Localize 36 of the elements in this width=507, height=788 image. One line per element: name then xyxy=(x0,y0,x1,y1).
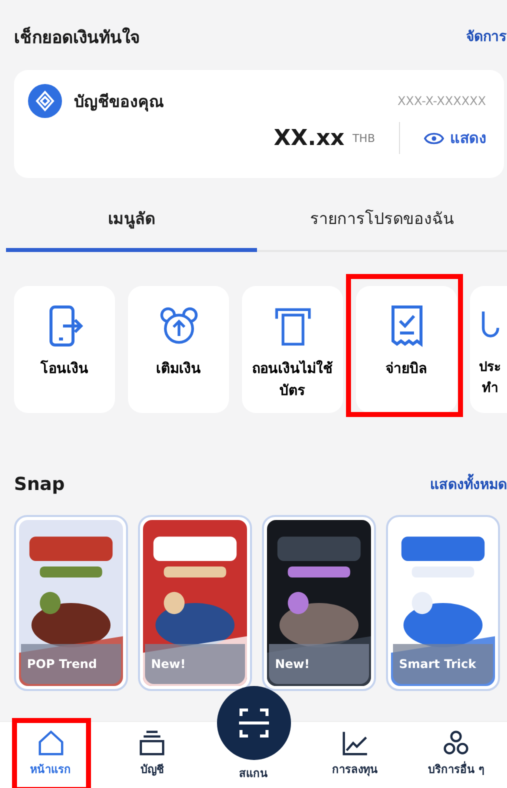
line-chart-icon xyxy=(340,730,369,756)
nav-tab[interactable]: หน้าแรก xyxy=(30,722,72,788)
snap-card[interactable]: New! xyxy=(262,515,376,691)
section-title: Snap xyxy=(14,474,65,494)
show-all-link[interactable]: แสดงทั้งหมด xyxy=(430,473,507,495)
currency-label: THB xyxy=(352,132,375,144)
three-circles-icon xyxy=(442,730,470,756)
nav-tab[interactable]: สแกน xyxy=(239,764,268,784)
account-card[interactable]: บัญชีของคุณ XXX-X-XXXXXX XX.xx THB แสดง xyxy=(14,70,504,178)
scan-button-icon[interactable] xyxy=(216,686,291,760)
show-balance-button[interactable]: แสดง xyxy=(424,126,486,150)
nav-tab[interactable]: บัญชี xyxy=(138,722,166,788)
nav-tab[interactable]: การลงทุน xyxy=(332,722,378,788)
nav-tab[interactable]: บริการอื่น ๆ xyxy=(428,722,485,788)
balance-amount: XX.xx xyxy=(274,126,344,150)
eye-icon xyxy=(424,132,444,144)
snap-card[interactable]: Smart Trick xyxy=(386,515,500,691)
section-title: เช็กยอดเงินทันใจ xyxy=(14,26,140,50)
shortcut-tile[interactable]: โอนเงิน xyxy=(14,286,115,413)
bank-logo-icon xyxy=(28,84,62,118)
tab[interactable]: รายการโปรดของฉัน xyxy=(256,188,507,252)
account-number: XXX-X-XXXXXX xyxy=(398,94,486,108)
shortcut-tile[interactable]: ถอนเงินไม่ใช้บัตร xyxy=(242,286,343,413)
snap-caption: POP Trend xyxy=(21,644,121,684)
snap-caption: Smart Trick xyxy=(393,644,493,684)
account-name: บัญชีของคุณ xyxy=(74,90,165,114)
snap-card[interactable]: POP Trend xyxy=(14,515,128,691)
home-icon xyxy=(36,730,65,756)
shortcut-tile[interactable]: จ่ายบิล xyxy=(356,286,457,413)
shortcut-tile[interactable]: ประ ทำ xyxy=(470,286,507,413)
snap-caption: New! xyxy=(145,644,245,684)
snap-caption: New! xyxy=(269,644,369,684)
shortcut-tile[interactable]: เติมเงิน xyxy=(128,286,229,413)
manage-link[interactable]: จัดการ xyxy=(466,25,507,47)
stacked-cards-icon xyxy=(138,730,166,756)
tab[interactable]: เมนูลัด xyxy=(6,188,256,252)
